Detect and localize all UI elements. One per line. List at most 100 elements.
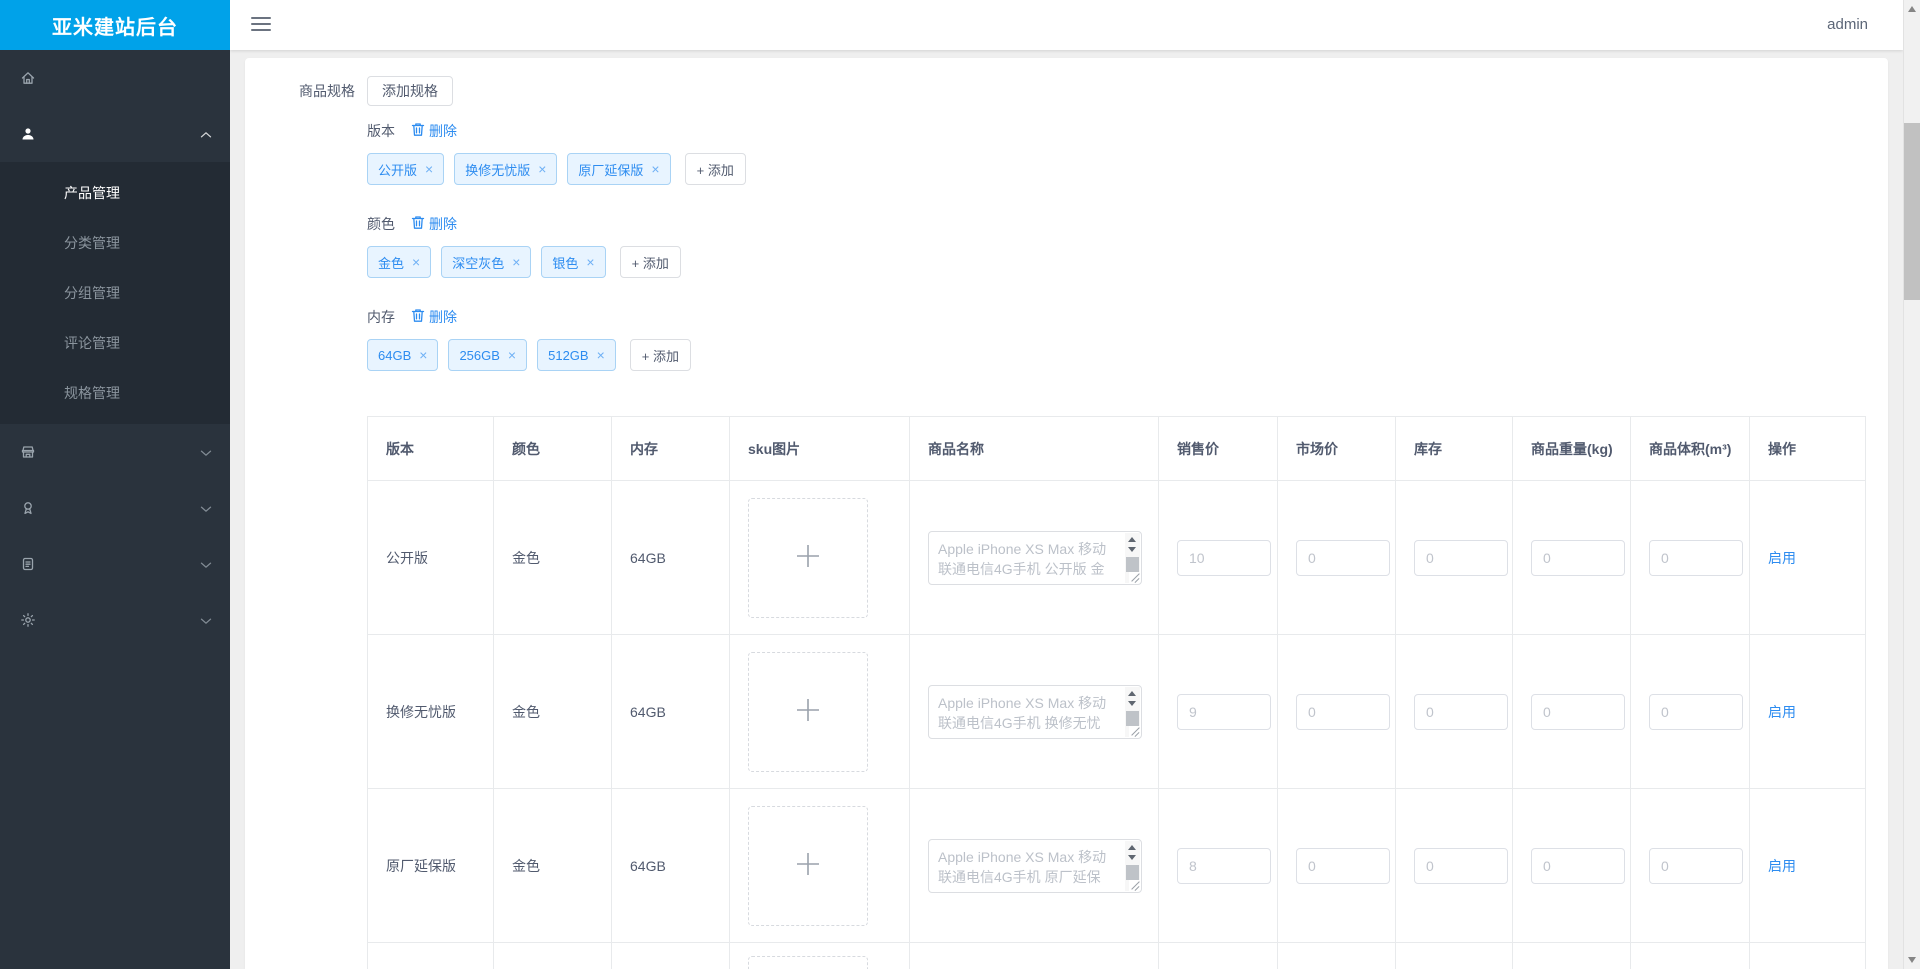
sku-image-upload[interactable] <box>748 956 868 969</box>
trash-icon <box>411 122 429 140</box>
stock-input[interactable]: 0 <box>1414 693 1508 730</box>
spec-tag: 512GB × <box>537 339 616 371</box>
product-name-textarea[interactable]: Apple iPhone XS Max 移动 联通电信4G手机 换修无忧 <box>928 684 1142 739</box>
market-price-input[interactable]: 0 <box>1296 693 1390 730</box>
sale-price-input[interactable]: 8 <box>1177 847 1271 884</box>
table-header-cell: 版本 <box>367 416 494 481</box>
spec-group: 颜色 删除 金色 × 深空灰色 × 银色 × + 添加 <box>367 215 746 278</box>
scroll-up-icon[interactable] <box>1128 844 1136 850</box>
chevron-down-icon <box>200 500 212 516</box>
enable-link[interactable]: 启用 <box>1768 858 1796 874</box>
sidebar-subitem-group[interactable]: 分组管理 <box>0 268 230 318</box>
sku-table: 版本 颜色 内存 sku图片 商品名称 销售价 市场价 库存 商品重量(kg) 商品体积(m³) 操… <box>367 416 1866 969</box>
spec-tag: 换修无忧版 × <box>454 153 558 185</box>
app-logo-title: 亚米建站后台 <box>0 0 230 50</box>
market-price-input[interactable]: 0 <box>1296 539 1390 576</box>
volume-input[interactable]: 0 <box>1649 539 1743 576</box>
sku-image-upload[interactable] <box>748 651 868 772</box>
spec-tag: 64GB × <box>367 339 439 371</box>
tag-close-icon[interactable]: × <box>651 162 659 176</box>
product-spec-card: 商品规格 添加规格 版本 删除 公开版 × 换修无忧版 × 原厂延保版 × + 添加 颜色 删除 金色… <box>245 58 1888 969</box>
enable-link[interactable]: 启用 <box>1768 550 1796 566</box>
plus-icon <box>793 695 823 728</box>
tag-close-icon[interactable]: × <box>425 162 433 176</box>
plus-icon <box>793 541 823 574</box>
product-name-textarea[interactable]: Apple iPhone XS Max 移动 联通电信4G手机 原厂延保 <box>928 838 1142 893</box>
shop-icon <box>20 444 36 460</box>
volume-input[interactable]: 0 <box>1649 847 1743 884</box>
add-tag-button[interactable]: + 添加 <box>684 153 746 185</box>
page-scrollbar[interactable] <box>1903 0 1920 969</box>
sku-image-upload[interactable] <box>748 497 868 618</box>
user-icon <box>20 126 36 142</box>
spec-delete-link[interactable]: 删除 <box>411 214 457 234</box>
chevron-down-icon <box>200 444 212 460</box>
weight-input[interactable]: 0 <box>1531 539 1625 576</box>
spec-name: 内存 <box>367 309 395 325</box>
scroll-up-icon[interactable] <box>1128 536 1136 542</box>
table-header-cell: sku图片 <box>729 416 910 481</box>
spec-delete-link[interactable]: 删除 <box>411 121 457 141</box>
spec-tag-label: 深空灰色 <box>452 255 505 271</box>
textarea-scroll-thumb[interactable] <box>1126 710 1139 726</box>
sidebar-subitem-spec[interactable]: 规格管理 <box>0 368 230 418</box>
sale-price-input[interactable]: 10 <box>1177 539 1271 576</box>
product-name-textarea[interactable]: Apple iPhone XS Max 移动 联通电信4G手机 公开版 金 <box>928 530 1142 585</box>
textarea-scroll-thumb[interactable] <box>1126 864 1139 880</box>
scroll-up-icon[interactable] <box>1128 690 1136 696</box>
spec-name: 版本 <box>367 123 395 139</box>
textarea-resize-grip-icon[interactable] <box>1129 879 1140 891</box>
market-price-input[interactable]: 0 <box>1296 847 1390 884</box>
tag-close-icon[interactable]: × <box>512 255 520 269</box>
textarea-resize-grip-icon[interactable] <box>1129 725 1140 737</box>
tag-close-icon[interactable]: × <box>419 348 427 362</box>
tag-close-icon[interactable]: × <box>412 255 420 269</box>
scroll-down-icon[interactable] <box>1128 854 1136 860</box>
stock-input[interactable]: 0 <box>1414 539 1508 576</box>
spec-tag-label: 换修无忧版 <box>465 162 531 178</box>
scroll-down-icon[interactable] <box>1128 700 1136 706</box>
sidebar-item-product[interactable] <box>0 106 230 162</box>
cell-color: 金色 <box>493 788 612 943</box>
spec-tag: 金色 × <box>367 246 432 278</box>
hamburger-menu-icon[interactable] <box>251 17 271 33</box>
sidebar-item-system[interactable] <box>0 592 230 648</box>
spec-delete-link[interactable]: 删除 <box>411 307 457 327</box>
sku-table-row: 换修无忧版 金色 64GB Apple iPhone XS Max 移动 联通电信4G手… <box>367 634 1866 789</box>
sidebar-item-order[interactable] <box>0 536 230 592</box>
weight-input[interactable]: 0 <box>1531 693 1625 730</box>
scroll-down-icon[interactable] <box>1128 546 1136 552</box>
sidebar-subitem-product-list[interactable]: 产品管理 <box>0 168 230 218</box>
table-header-cell: 市场价 <box>1277 416 1396 481</box>
scrollbar-down-arrow-icon[interactable] <box>1908 957 1916 963</box>
tag-close-icon[interactable]: × <box>538 162 546 176</box>
sku-image-upload[interactable] <box>748 805 868 926</box>
sidebar-subitem-comment[interactable]: 评论管理 <box>0 318 230 368</box>
tag-close-icon[interactable]: × <box>586 255 594 269</box>
scrollbar-up-arrow-icon[interactable] <box>1908 6 1916 12</box>
user-menu[interactable]: admin <box>1827 0 1868 50</box>
sidebar-item-member[interactable] <box>0 480 230 536</box>
sidebar-item-store[interactable] <box>0 424 230 480</box>
textarea-resize-grip-icon[interactable] <box>1129 571 1140 583</box>
spec-tag-label: 银色 <box>552 255 579 271</box>
weight-input[interactable]: 0 <box>1531 847 1625 884</box>
scrollbar-thumb[interactable] <box>1904 123 1920 300</box>
sku-table-row-partial <box>367 942 1866 969</box>
volume-input[interactable]: 0 <box>1649 693 1743 730</box>
sidebar-subitem-category[interactable]: 分类管理 <box>0 218 230 268</box>
stock-input[interactable]: 0 <box>1414 847 1508 884</box>
enable-link[interactable]: 启用 <box>1768 704 1796 720</box>
add-spec-button[interactable]: 添加规格 <box>367 76 453 106</box>
table-header-cell: 库存 <box>1395 416 1513 481</box>
table-header-cell: 操作 <box>1749 416 1866 481</box>
tag-close-icon[interactable]: × <box>597 348 605 362</box>
textarea-scroll-thumb[interactable] <box>1126 556 1139 572</box>
tag-close-icon[interactable]: × <box>508 348 516 362</box>
sku-table-row: 公开版 金色 64GB Apple iPhone XS Max 移动 联通电信4G手机 … <box>367 480 1866 635</box>
sidebar-menu: 产品管理 分类管理 分组管理 评论管理 规格管理 <box>0 50 230 648</box>
sale-price-input[interactable]: 9 <box>1177 693 1271 730</box>
add-tag-button[interactable]: + 添加 <box>619 246 681 278</box>
sidebar-item-home[interactable] <box>0 50 230 106</box>
add-tag-button[interactable]: + 添加 <box>629 339 691 371</box>
